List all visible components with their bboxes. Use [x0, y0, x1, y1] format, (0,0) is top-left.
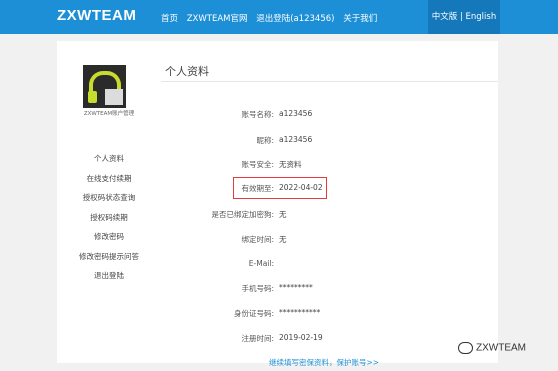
site-logo[interactable]: ZXWTEAM: [57, 7, 136, 24]
field-value: 无资料: [279, 160, 302, 169]
sidebar-item-code-renewal[interactable]: 授权码续期: [57, 208, 161, 228]
field-row-id-number: 身份证号码: ***********: [161, 308, 498, 320]
field-row-dongle-bound: 是否已绑定加密狗: 无: [161, 209, 498, 221]
field-row-nickname: 昵称: a123456: [161, 135, 498, 147]
field-value: *********: [279, 283, 313, 292]
field-row-account-security: 账号安全: 无资料: [161, 159, 498, 171]
title-divider: [161, 81, 498, 82]
field-label: E-Mail:: [248, 259, 274, 268]
field-value: 无: [279, 235, 287, 244]
sidebar: ZXWTEAM账户管理 个人资料 在线支付续期 授权码状态查询 授权码续期 修改…: [57, 41, 161, 363]
watermark-text: ZXWTEAM: [476, 342, 526, 354]
field-value: ***********: [279, 308, 321, 317]
field-label: 手机号码:: [241, 284, 274, 293]
avatar: [83, 65, 126, 108]
top-bar: ZXWTEAM 首页 ZXWTEAM官网 退出登陆(a123456) 关于我们 …: [0, 0, 558, 34]
field-row-account-name: 账号名称: a123456: [161, 109, 498, 121]
field-label: 账号安全:: [241, 160, 274, 169]
field-value: a123456: [279, 109, 313, 118]
sidebar-item-change-password[interactable]: 修改密码: [57, 227, 161, 247]
sidebar-menu: 个人资料 在线支付续期 授权码状态查询 授权码续期 修改密码 修改密码提示问答 …: [57, 149, 161, 286]
field-row-expiry-date: 有效期至: 2022-04-02: [161, 183, 498, 195]
field-value: 2019-02-19: [279, 333, 323, 342]
sidebar-caption: ZXWTEAM账户管理: [83, 111, 135, 117]
field-label: 昵称:: [256, 136, 274, 145]
sidebar-item-security-question[interactable]: 修改密码提示问答: [57, 247, 161, 267]
language-switch[interactable]: 中文版 | English: [428, 0, 500, 34]
sidebar-item-code-status[interactable]: 授权码状态查询: [57, 188, 161, 208]
field-value: 无: [279, 210, 287, 219]
security-info-link[interactable]: 继续填写密保资料，保护账号>>: [269, 357, 379, 368]
sidebar-item-logout[interactable]: 退出登陆: [57, 266, 161, 286]
page-title: 个人资料: [165, 65, 209, 78]
watermark: ZXWTEAM: [458, 342, 526, 354]
top-nav: 首页 ZXWTEAM官网 退出登陆(a123456) 关于我们: [161, 12, 383, 24]
sidebar-item-online-renewal[interactable]: 在线支付续期: [57, 169, 161, 189]
main-panel: 个人资料 账号名称: a123456 昵称: a123456 账号安全: 无资料…: [161, 41, 498, 367]
nav-logout[interactable]: 退出登陆(a123456): [256, 14, 334, 24]
field-label: 是否已绑定加密狗:: [211, 210, 274, 219]
wechat-icon: [458, 342, 473, 354]
nav-home[interactable]: 首页: [161, 14, 178, 24]
nav-official-site[interactable]: ZXWTEAM官网: [187, 14, 248, 24]
field-label: 账号名称:: [241, 110, 274, 119]
sidebar-item-profile[interactable]: 个人资料: [57, 149, 161, 169]
nav-about[interactable]: 关于我们: [343, 14, 377, 24]
keyboard-shape: [105, 89, 123, 105]
headphone-cup: [88, 91, 97, 103]
field-row-bind-time: 绑定时间: 无: [161, 234, 498, 246]
field-label: 注册时间:: [241, 334, 274, 343]
field-value: a123456: [279, 135, 313, 144]
field-row-register-time: 注册时间: 2019-02-19: [161, 333, 498, 345]
expiry-highlight-box: [233, 177, 327, 199]
field-row-phone: 手机号码: *********: [161, 283, 498, 295]
field-label: 绑定时间:: [241, 235, 274, 244]
field-label: 身份证号码:: [233, 309, 274, 318]
field-row-email: E-Mail:: [161, 259, 498, 271]
